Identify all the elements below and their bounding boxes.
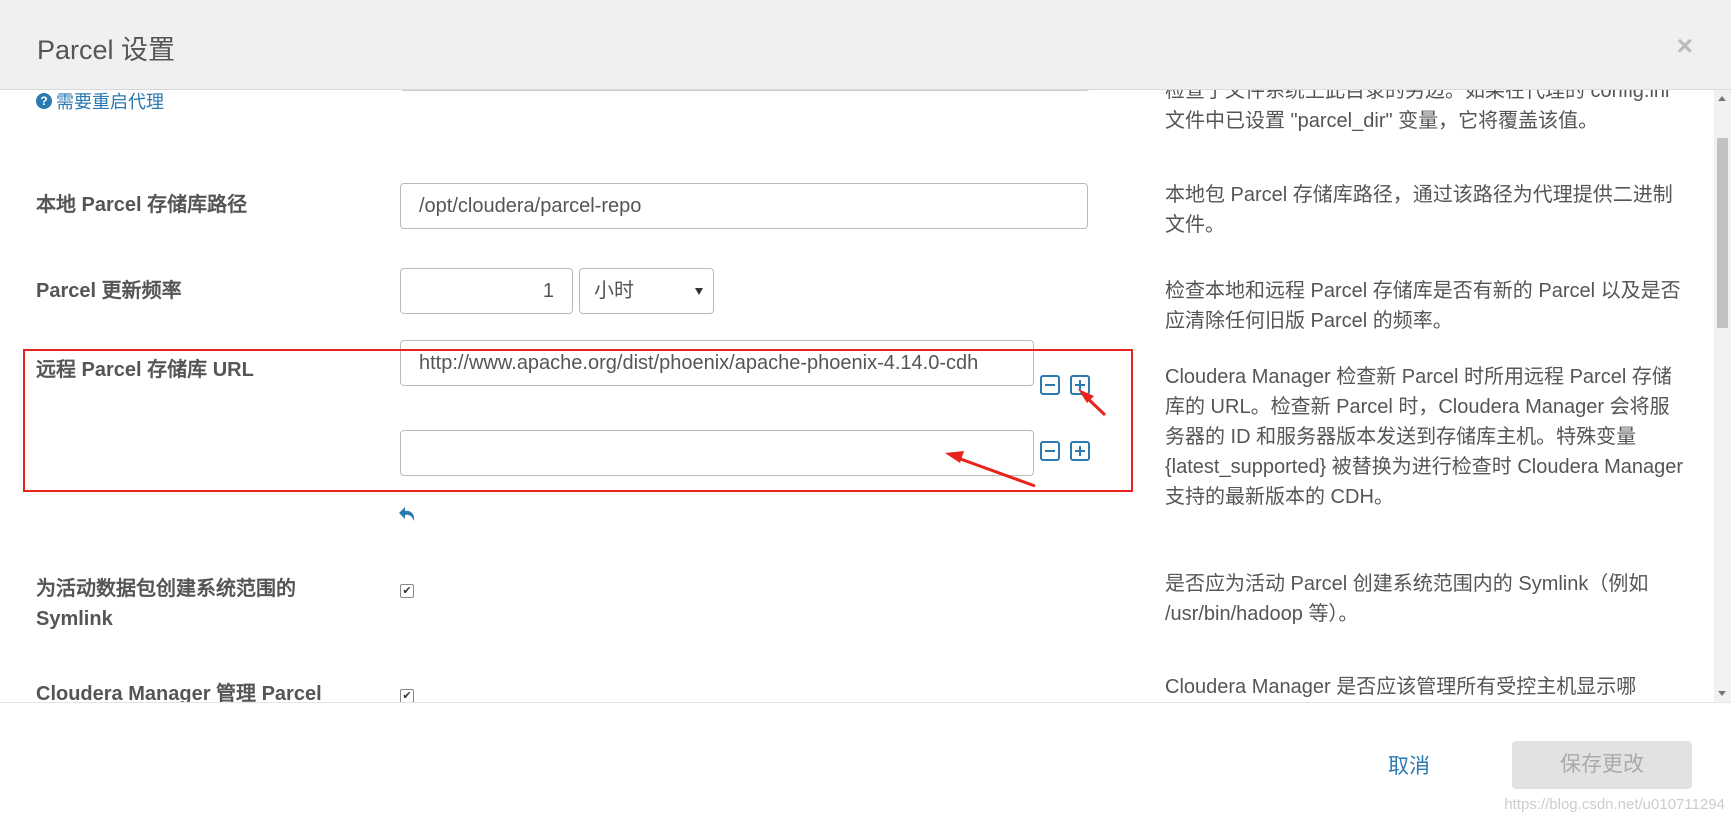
manage-parcel-description: Cloudera Manager 是否应该管理所有受控主机显示哪: [1165, 676, 1637, 698]
undo-icon[interactable]: [398, 504, 420, 531]
remote-repo-description: Cloudera Manager 检查新 Parcel 时所用远程 Parcel…: [1165, 366, 1684, 508]
local-repo-label: 本地 Parcel 存储库路径: [36, 194, 248, 216]
scroll-down-icon[interactable]: [1718, 691, 1726, 696]
symlink-checkbox[interactable]: ✔: [400, 584, 414, 598]
dropdown-arrow-icon: [695, 288, 703, 295]
vertical-scrollbar[interactable]: [1714, 90, 1731, 702]
help-icon: ?: [36, 93, 52, 109]
manage-parcel-checkbox[interactable]: ✔: [400, 689, 414, 702]
help-link-label: 需要重启代理: [56, 92, 164, 112]
scroll-thumb[interactable]: [1717, 138, 1728, 328]
watermark: https://blog.csdn.net/u010711294: [1504, 796, 1725, 813]
update-freq-label: Parcel 更新频率: [36, 280, 182, 302]
modal-title: Parcel 设置: [37, 35, 176, 65]
modal-header: Parcel 设置 ×: [0, 0, 1731, 90]
update-freq-unit-select[interactable]: 小时: [579, 268, 714, 314]
cancel-button[interactable]: 取消: [1388, 750, 1430, 780]
local-repo-input[interactable]: /opt/cloudera/parcel-repo: [400, 183, 1088, 229]
symlink-description: 是否应为活动 Parcel 创建系统范围内的 Symlink（例如 /usr/b…: [1165, 573, 1649, 625]
modal-footer: 取消 保存更改 https://blog.csdn.net/u010711294: [0, 702, 1731, 821]
manage-parcel-label: Cloudera Manager 管理 Parcel: [36, 683, 322, 702]
update-freq-unit-value: 小时: [594, 280, 634, 302]
save-changes-button[interactable]: 保存更改: [1512, 741, 1692, 789]
update-freq-input[interactable]: 1: [400, 268, 573, 314]
local-repo-description: 本地包 Parcel 存储库路径，通过该路径为代理提供二进制文件。: [1165, 184, 1673, 236]
previous-field-input[interactable]: [400, 90, 1090, 91]
close-icon[interactable]: ×: [1677, 32, 1693, 60]
restart-agent-help-link[interactable]: ? 需要重启代理: [36, 90, 164, 114]
parcel-dir-description: 检查了文件系统上此目录的另边。如果在代理的 config.ini 文件中已设置 …: [1165, 90, 1670, 132]
update-freq-description: 检查本地和远程 Parcel 存储库是否有新的 Parcel 以及是否应清除任何…: [1165, 280, 1681, 332]
highlight-box: [23, 349, 1133, 492]
parcel-settings-modal: Parcel 设置 × ? 需要重启代理 检查了文件系统上此目录的另边。如果在代…: [0, 0, 1731, 821]
scroll-up-icon[interactable]: [1718, 96, 1726, 101]
symlink-label: 为活动数据包创建系统范围的 Symlink: [36, 578, 296, 630]
